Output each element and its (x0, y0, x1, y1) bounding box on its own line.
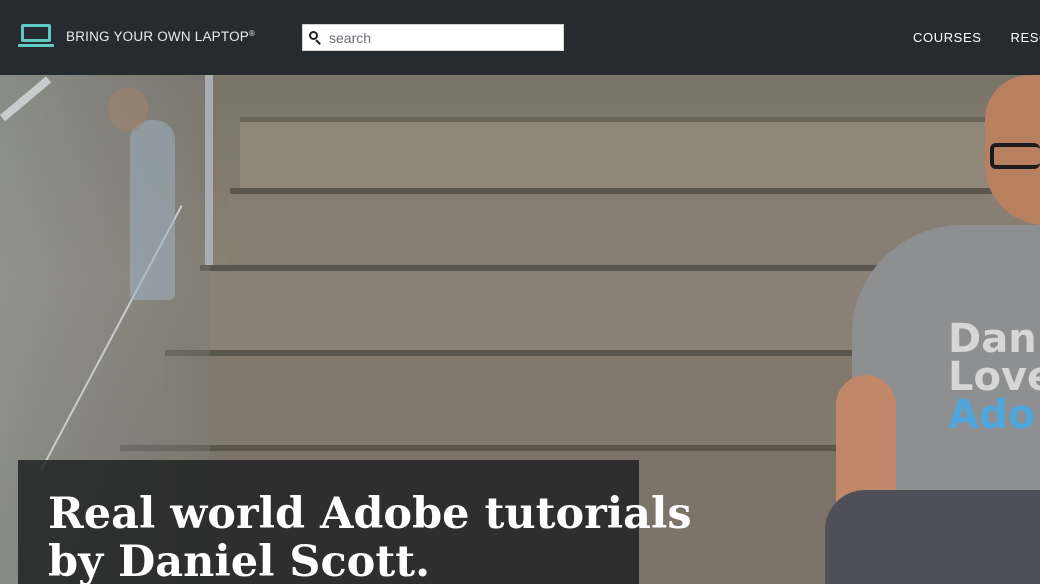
shirt-print: Dan Love Ado (948, 316, 1040, 438)
hero-headline: Real world Adobe tutorials by Daniel Sco… (48, 490, 692, 584)
nav-resources[interactable]: RESOU (1011, 30, 1040, 45)
glasses-icon (990, 143, 1040, 169)
search-icon[interactable] (303, 25, 329, 50)
hero-caption: Real world Adobe tutorials by Daniel Sco… (18, 460, 692, 584)
registered-mark: ® (248, 28, 256, 38)
site-header: BRING YOUR OWN LAPTOP® COURSES RESOU (0, 0, 1040, 75)
brand-name: BRING YOUR OWN LAPTOP® (66, 28, 256, 44)
brand-logo[interactable]: BRING YOUR OWN LAPTOP® (18, 22, 255, 50)
headline-line-2: by Daniel Scott. (48, 537, 431, 584)
headline-line-1: Real world Adobe tutorials (48, 489, 692, 539)
search-box (302, 24, 564, 51)
search-input[interactable] (329, 25, 557, 50)
laptop-icon (18, 22, 54, 50)
hero-banner: Dan Love Ado Real world Adobe tutorials … (0, 75, 1040, 584)
main-nav: COURSES RESOU (913, 30, 1040, 45)
nav-courses[interactable]: COURSES (913, 30, 982, 45)
